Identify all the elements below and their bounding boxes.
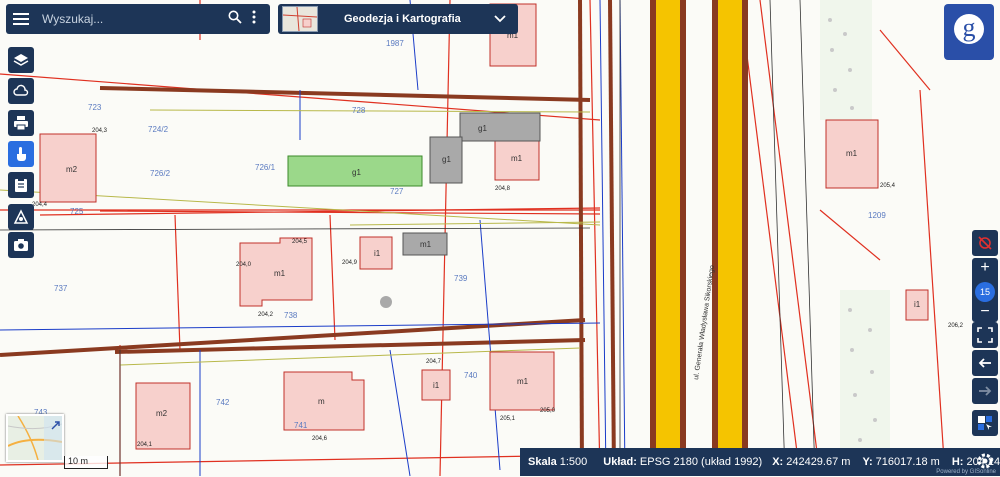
expand-icon[interactable] [50,418,60,436]
map-canvas[interactable]: ul. Generała Władysława Sikorskiego m2 m… [0,0,1000,476]
building-label: m2 [66,165,78,174]
search-bar [6,4,270,34]
settings-icon [977,453,993,469]
camera-icon [14,239,28,251]
status-bar: Skala 1:500 Układ: EPSG 2180 (układ 1992… [520,448,1000,476]
layers-icon [13,54,29,66]
height-label: 205,0 [540,408,556,414]
building-label: m1 [517,377,529,386]
height-label: 204,4 [32,202,48,208]
print-icon [14,116,28,131]
app-logo[interactable]: g [944,4,994,60]
locate-button[interactable] [972,230,998,256]
cursor-marker [380,296,392,308]
parcel-label: 739 [454,274,468,283]
building-label: i1 [914,300,921,309]
building-label: m1 [511,154,523,163]
parcel-label: 727 [390,187,404,196]
height-label: 204,3 [92,128,108,134]
h-label: H: [951,456,964,468]
layer-selector[interactable]: Geodezja i Kartografia [278,4,518,34]
settings-button[interactable] [974,450,996,472]
height-label: 204,7 [426,359,442,365]
y-value: 716017.18 m [875,456,940,468]
x-label: X: [772,456,784,468]
zoom-in-button[interactable]: + [980,260,989,276]
height-label: 204,8 [495,186,511,192]
scale-label: Skala [528,456,557,468]
parcel-label: 726/1 [255,163,276,172]
measure-button[interactable] [8,204,34,230]
camera-button[interactable] [8,232,34,258]
parcel-label: 738 [284,311,298,320]
overview-minimap[interactable] [6,414,64,462]
height-label: 205,4 [880,183,896,189]
parcel-label: 737 [54,284,68,293]
height-label: 204,5 [292,239,308,245]
fullscreen-icon [977,327,993,343]
search-icon[interactable] [228,10,242,29]
x-value: 242429.67 m [786,456,851,468]
building-label: m1 [420,240,432,249]
parcel-label: 725 [70,207,84,216]
layer-thumbnail [282,6,318,32]
search-input[interactable] [40,11,214,27]
height-label: 204,6 [312,436,328,442]
system-label: Układ: [603,456,637,468]
back-button[interactable] [972,350,998,376]
height-label: 204,2 [258,312,274,318]
touch-icon [17,147,26,161]
chevron-down-icon[interactable] [494,10,506,28]
system-value[interactable]: EPSG 2180 (układ 1992) [640,456,762,468]
building-label: m1 [274,269,286,278]
height-label: 206,2 [948,323,964,329]
clipboard-icon [15,178,27,192]
height-label: 204,1 [137,442,153,448]
building-label: g1 [352,168,361,177]
menu-icon[interactable] [6,12,36,26]
height-label: 205,1 [500,416,516,422]
parcel-label: 742 [216,398,230,407]
building-label: g1 [442,155,451,164]
building-label: i1 [433,381,440,390]
select-area-button[interactable] [972,410,998,436]
logo-letter: g [963,13,976,42]
zoom-out-button[interactable]: − [980,304,989,320]
parcel-label: 723 [88,103,102,112]
forward-button[interactable] [972,378,998,404]
forward-icon [979,386,992,396]
select-icon [978,416,992,430]
cloud-button[interactable] [8,78,34,104]
building-label: m2 [156,409,168,418]
building-label: m [318,397,325,406]
parcel-label: 726/2 [150,169,171,178]
print-button[interactable] [8,110,34,136]
parcel-label: 724/2 [148,125,169,134]
kebab-icon[interactable] [252,10,256,29]
scale-value[interactable]: 1:500 [560,456,588,468]
touch-select-button[interactable] [8,141,34,167]
zoom-level-badge: 15 [975,282,995,302]
cloud-icon [13,84,29,96]
height-label: 204,0 [236,262,252,268]
fullscreen-button[interactable] [972,322,998,348]
y-label: Y: [862,456,873,468]
building-label: m1 [846,149,858,158]
parcel-label: 740 [464,371,478,380]
scale-bar: 10 m [64,456,108,469]
parcel-label: 1209 [868,211,886,220]
building-label: g1 [478,124,487,133]
measure-icon [13,209,29,224]
layer-title: Geodezja i Kartografia [344,13,461,25]
parcel-label: 741 [294,421,308,430]
parcel-label: 1987 [386,39,404,48]
parcel-label: 728 [352,106,366,115]
locate-off-icon [978,236,992,250]
back-icon [978,358,991,368]
height-label: 204,9 [342,260,358,266]
clipboard-button[interactable] [8,172,34,198]
layers-button[interactable] [8,47,34,73]
building-label: i1 [374,249,381,258]
